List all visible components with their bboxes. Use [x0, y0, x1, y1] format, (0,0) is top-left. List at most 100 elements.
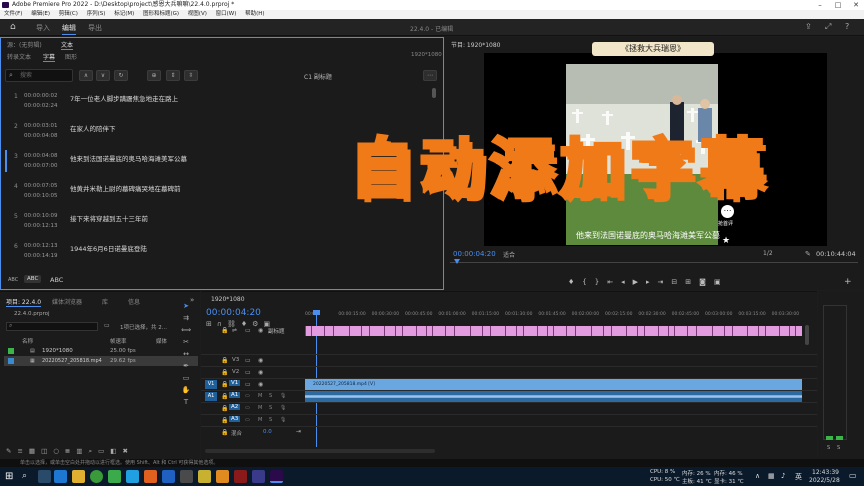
freeform-view-icon[interactable]: ◫ [41, 447, 53, 455]
tab-transcript[interactable]: 转录文本 [7, 52, 31, 61]
new-item-icon[interactable]: ◧ [110, 447, 122, 455]
new-bin-icon[interactable]: ▭ [98, 447, 110, 455]
app-icon[interactable] [144, 470, 157, 483]
razor-tool-icon[interactable]: ✂ [180, 336, 192, 348]
app-icon[interactable] [234, 470, 247, 483]
project-item-selected[interactable]: ▦ 20220527_205818.mp4 29.62 fps [4, 356, 198, 366]
sync-lock-icon[interactable]: ▭ [245, 381, 251, 388]
pencil-icon[interactable]: ✎ [6, 447, 17, 455]
wrench-icon[interactable]: ✎ [805, 250, 811, 258]
app-icon[interactable] [180, 470, 193, 483]
lock-icon[interactable]: 🔒 [221, 357, 228, 364]
arrow-down-icon[interactable]: ∨ [96, 70, 110, 81]
mute-button[interactable]: M [258, 417, 262, 423]
timeline-timecode[interactable]: 00:00:04:20 [206, 308, 261, 318]
selection-tool-icon[interactable]: ➤ [180, 300, 192, 312]
tab-library[interactable]: 库 [102, 297, 108, 306]
home-icon[interactable]: ⌂ [10, 22, 16, 32]
file-explorer-icon[interactable] [72, 470, 85, 483]
caption-row[interactable]: 1 00:00:00:02 00:00:02:24 7年一位老人脚步蹒跚焦急地走… [10, 90, 430, 120]
type-tool-icon[interactable]: T [180, 396, 192, 408]
lock-icon[interactable]: 🔒 [221, 381, 228, 388]
go-to-in-icon[interactable]: ⇤ [607, 278, 621, 286]
search-icon[interactable]: ⌕ [22, 471, 27, 481]
visibility-icon[interactable]: ◉ [258, 357, 263, 364]
menu-help[interactable]: 帮助(H) [245, 11, 264, 17]
caption-row[interactable]: 5 00:00:10:09 00:00:12:13 接下来将穿越到五十三年前 [10, 210, 430, 240]
tab-export[interactable]: 导出 [88, 23, 102, 33]
caption-style-button[interactable]: ABC [24, 275, 42, 283]
playhead-icon[interactable] [454, 259, 460, 264]
tab-source[interactable]: 源：(无剪辑) [7, 40, 42, 49]
tab-text[interactable]: 文本 [61, 40, 74, 50]
menu-marker[interactable]: 标记(M) [114, 11, 134, 17]
comparison-view-icon[interactable]: ▣ [714, 278, 729, 286]
automate-icon[interactable]: ▥ [76, 447, 88, 455]
sync-lock-icon[interactable]: ▭ [245, 369, 251, 376]
caption-text[interactable]: 在家人的陪伴下 [70, 123, 116, 133]
program-scrubber[interactable] [450, 262, 858, 263]
caption-text[interactable]: 他来到法国诺曼底的奥马哈海滩美军公墓 [70, 153, 187, 163]
app-icon[interactable] [198, 470, 211, 483]
add-button-icon[interactable]: + [844, 277, 852, 287]
tab-graphics[interactable]: 图形 [65, 52, 77, 61]
menu-window[interactable]: 窗口(W) [216, 11, 237, 17]
caption-scrollbar[interactable] [432, 88, 436, 98]
caption-style-button[interactable]: ABC [8, 277, 18, 283]
video-clip[interactable]: 20220527_205818.mp4 [V] [305, 379, 802, 390]
visibility-icon[interactable]: ◉ [258, 369, 263, 376]
microphone-icon[interactable]: 🎙 [280, 405, 286, 411]
windows-start-icon[interactable]: ⊞ [5, 471, 13, 482]
tab-info[interactable]: 信息 [128, 297, 140, 306]
solo-button[interactable]: S [269, 405, 272, 411]
master-volume[interactable]: 0.0 [263, 429, 272, 435]
caption-row[interactable]: 6 00:00:12:13 00:00:14:19 1944年6月6日诺曼底登陆 [10, 240, 430, 270]
sort-icon[interactable]: ≣ [65, 447, 76, 455]
close-icon[interactable]: ✕ [848, 0, 864, 10]
caption-style-button[interactable]: ABC [50, 276, 63, 284]
star-icon[interactable]: ★ [722, 236, 730, 246]
go-to-out-icon[interactable]: ⇥ [658, 278, 672, 286]
column-media[interactable]: 媒体 [156, 337, 167, 345]
app-icon[interactable] [252, 470, 265, 483]
mark-out-icon[interactable]: } [595, 278, 607, 286]
lock-icon[interactable]: 🔒 [221, 369, 228, 376]
menu-file[interactable]: 文件(F) [4, 11, 22, 17]
input-language[interactable]: 英 [795, 472, 802, 482]
tab-project[interactable]: 项目: 22.4.0 [6, 297, 42, 307]
menu-edit[interactable]: 编辑(E) [31, 11, 50, 17]
time-ruler[interactable]: 00:00 00:00:15:00 00:00:30:00 00:00:45:00 00… [305, 312, 805, 322]
source-patch-v1[interactable]: V1 [205, 380, 217, 389]
play-icon[interactable]: ▶ [633, 278, 646, 286]
icon-view-icon[interactable]: ▦ [29, 447, 41, 455]
export-frame-icon[interactable]: ◙ [699, 278, 714, 286]
replace-icon[interactable]: ↻ [114, 70, 128, 81]
clock-time[interactable]: 12:43:39 [812, 469, 839, 476]
app-icon[interactable] [216, 470, 229, 483]
network-icon[interactable]: ▦ [768, 472, 775, 480]
minimize-icon[interactable]: – [812, 0, 828, 10]
audio-clip[interactable] [305, 391, 802, 402]
visibility-icon[interactable]: ◉ [258, 327, 263, 334]
column-name[interactable]: 名称 [22, 337, 33, 345]
solo-button[interactable]: S [269, 393, 272, 399]
caption-track-icon[interactable]: ▭ [245, 327, 251, 334]
caption-text[interactable]: 7年一位老人脚步蹒跚焦急地走在路上 [70, 93, 178, 103]
slip-tool-icon[interactable]: ↔ [180, 348, 192, 360]
app-icon[interactable] [126, 470, 139, 483]
microphone-icon[interactable]: 🎙 [280, 393, 286, 399]
ripple-edit-icon[interactable]: ⟺ [180, 324, 192, 336]
extract-icon[interactable]: ⊞ [685, 278, 699, 286]
mute-button[interactable]: M [258, 405, 262, 411]
lock-icon[interactable]: 🔒 [221, 393, 228, 400]
sync-lock-icon[interactable]: ▭ [245, 417, 250, 423]
sync-lock-icon[interactable]: ▭ [245, 393, 250, 399]
menu-graphics[interactable]: 图形和标题(G) [143, 11, 179, 17]
visibility-icon[interactable]: ◉ [258, 381, 263, 388]
timeline-tab[interactable]: 1920*1080 [211, 296, 245, 303]
lift-icon[interactable]: ⊟ [671, 278, 685, 286]
project-search-input[interactable] [6, 322, 98, 331]
comment-icon[interactable]: ⋯ [721, 205, 734, 218]
zoom-slider-icon[interactable]: ○ [53, 447, 65, 455]
mark-in-icon[interactable]: { [582, 278, 594, 286]
